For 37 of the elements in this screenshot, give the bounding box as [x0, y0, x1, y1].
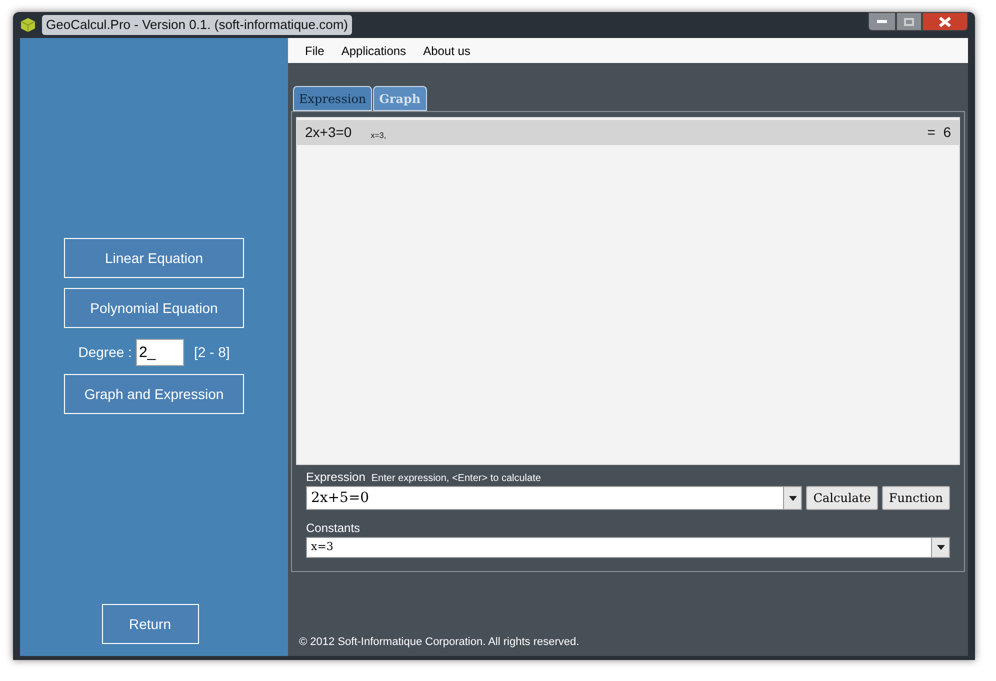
menu-item[interactable]: File: [305, 42, 324, 60]
polynomial-equation-button[interactable]: Polynomial Equation: [64, 288, 244, 328]
action-button[interactable]: Function: [882, 486, 950, 510]
dropdown-arrow-icon: [936, 545, 944, 550]
minimize-icon: [877, 20, 887, 23]
expression-value: 2x+5=0: [310, 488, 370, 508]
expression-label: Expression: [306, 469, 366, 486]
window-title: GeoCalcul.Pro - Version 0.1. (soft-informatique.com): [42, 15, 352, 35]
dropdown-arrow-icon: [788, 496, 797, 500]
expression-hint: Enter expression, <Enter> to calculate: [371, 472, 541, 486]
action-button[interactable]: Calculate: [806, 486, 878, 510]
result-value: = 6: [927, 123, 951, 142]
dropdown-button[interactable]: [931, 538, 949, 557]
degree-label: Degree :: [78, 343, 132, 362]
dropdown-button[interactable]: [783, 487, 802, 509]
linear-equation-button[interactable]: Linear Equation: [64, 238, 244, 278]
constants-value: x=3: [310, 539, 334, 556]
minimize-button[interactable]: [868, 12, 896, 31]
cube-icon: [20, 17, 36, 33]
tab[interactable]: Expression: [293, 86, 372, 111]
constants-label: Constants: [306, 520, 362, 537]
graph-and-expression-button[interactable]: Graph and Expression: [64, 374, 244, 414]
close-icon: [939, 16, 951, 26]
copyright-footer: © 2012 Soft-Informatique Corporation. All rights reserved.: [299, 634, 957, 650]
degree-field[interactable]: 2_: [136, 339, 184, 366]
return-button[interactable]: Return: [102, 604, 198, 644]
result-constants: x=3,: [370, 130, 386, 142]
constants-field[interactable]: x=3: [306, 537, 950, 558]
degree-range: [2 - 8]: [194, 343, 230, 362]
maximize-button[interactable]: [896, 12, 922, 31]
expression-field[interactable]: 2x+5=0: [306, 486, 802, 510]
menu-item[interactable]: About us: [423, 42, 470, 60]
result-expression: 2x+3=0: [305, 123, 352, 142]
menu-item[interactable]: Applications: [341, 42, 406, 60]
maximize-icon: [904, 18, 914, 26]
result-row[interactable]: 2x+3=0 x=3, = 6: [297, 120, 959, 145]
close-button[interactable]: [922, 12, 968, 31]
